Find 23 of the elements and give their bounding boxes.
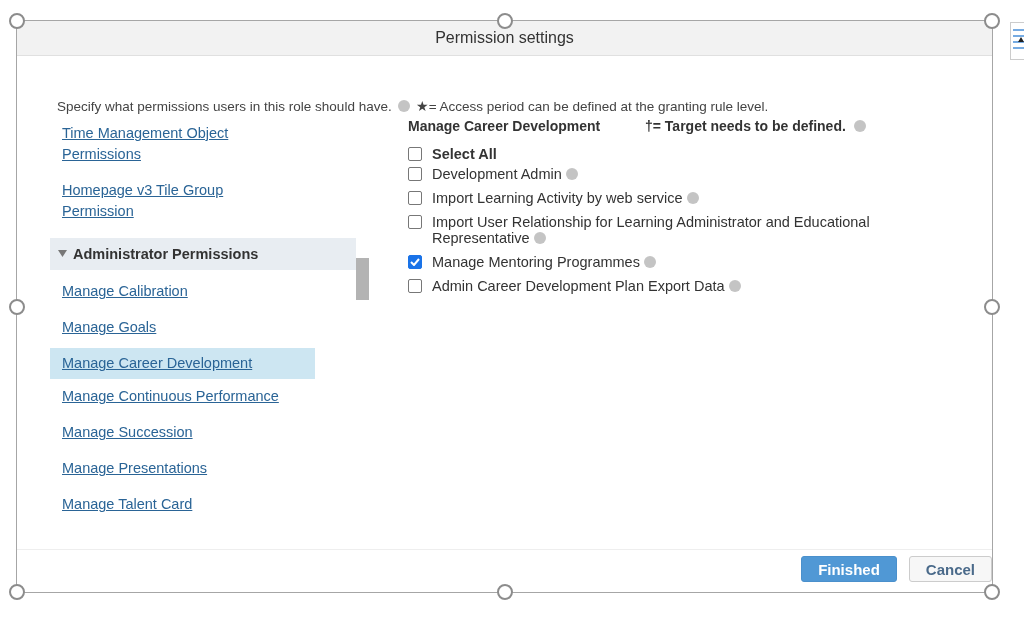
option-label: Admin Career Development Plan Export Data bbox=[432, 278, 741, 294]
legend-text: ★= Access period can be defined at the granting rule level. bbox=[415, 98, 769, 114]
option-label: Import User Relationship for Learning Administrator and Educational Representative bbox=[432, 214, 871, 246]
section-header[interactable]: Administrator Permissions bbox=[50, 238, 356, 270]
panel-heading: Manage Career Development bbox=[408, 118, 602, 134]
permission-link[interactable]: Manage Career Development bbox=[62, 353, 322, 374]
permission-link[interactable]: Manage Goals bbox=[62, 317, 322, 338]
permission-link[interactable]: Manage Succession bbox=[62, 422, 322, 443]
option-label: Development Admin bbox=[432, 166, 578, 182]
cancel-button[interactable]: Cancel bbox=[908, 556, 992, 582]
option-label: Import Learning Activity by web service bbox=[432, 190, 699, 206]
legend-text: †= Target needs to be defined. bbox=[645, 118, 846, 134]
option-label: Select All bbox=[432, 146, 497, 162]
permission-link[interactable]: Manage Presentations bbox=[62, 458, 322, 479]
permission-link[interactable]: Manage Continuous Performance bbox=[62, 386, 322, 407]
option-label: Manage Mentoring Programmes bbox=[432, 254, 656, 270]
permission-link[interactable]: Manage Talent Card bbox=[62, 494, 322, 515]
permission-link[interactable]: Manage Calibration bbox=[62, 281, 322, 302]
permission-link[interactable]: Homepage v3 Tile Group Permission bbox=[62, 180, 272, 222]
dialog-title: Permission settings bbox=[435, 29, 574, 47]
permission-link[interactable]: Time Management Object Permissions bbox=[62, 123, 272, 165]
section-title: Administrator Permissions bbox=[73, 246, 259, 262]
instruction-text: Specify what permissions users in this role should have. bbox=[57, 98, 392, 114]
